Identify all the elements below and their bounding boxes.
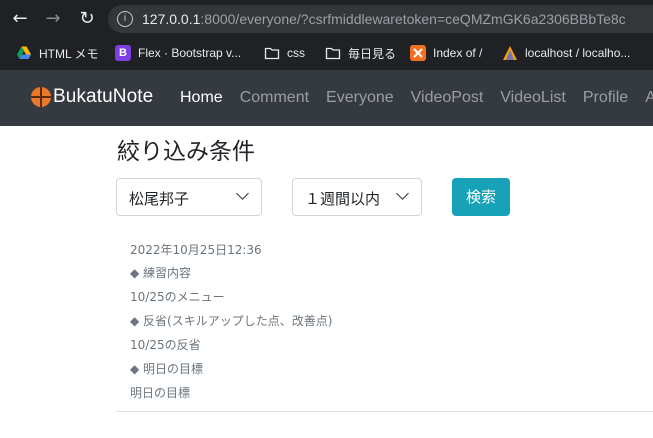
user-select[interactable]: 松尾邦子	[116, 178, 262, 216]
brand-name: BukatuNote	[53, 86, 154, 107]
nav-everyone[interactable]: Everyone	[326, 88, 394, 108]
nav-more[interactable]: A	[645, 88, 653, 108]
search-button[interactable]: 検索	[452, 178, 510, 216]
reflection-body: 10/25の反省	[130, 338, 201, 352]
post-card: 2022年10月25日12:36 ◆ 練習内容 10/25のメニュー ◆ 反省(…	[116, 234, 653, 412]
bookmark-index-of[interactable]: Index of /	[410, 44, 482, 62]
main-content: 絞り込み条件 松尾邦子 １週間以内 検索 2022年10月25日12:36 ◆ …	[0, 126, 653, 438]
bookmark-label: Index of /	[433, 46, 483, 60]
goal-heading: ◆ 明日の目標	[130, 362, 204, 376]
filter-title: 絞り込み条件	[117, 139, 255, 165]
browser-toolbar: ← → ↻ i 127.0.0.1:8000/everyone/?csrfmid…	[0, 0, 653, 38]
browser-chrome: ← → ↻ i 127.0.0.1:8000/everyone/?csrfmid…	[0, 0, 653, 70]
url-path: :8000/everyone/?csrfmiddlewaretoken=ceQM…	[200, 11, 626, 27]
xampp-icon	[410, 45, 426, 61]
forward-arrow-icon[interactable]: →	[42, 8, 64, 30]
nav-profile[interactable]: Profile	[583, 88, 628, 108]
address-bar[interactable]: i 127.0.0.1:8000/everyone/?csrfmiddlewar…	[108, 5, 653, 33]
back-arrow-icon[interactable]: ←	[9, 8, 31, 30]
bookmark-label: Flex · Bootstrap v...	[138, 46, 242, 60]
app-navbar: BukatuNote Home Comment Everyone VideoPo…	[0, 70, 653, 126]
period-select-value: １週間以内	[305, 190, 381, 208]
bookmarks-bar: HTML メモ B Flex · Bootstrap v... css 毎日見る…	[0, 38, 653, 68]
brand-link[interactable]: BukatuNote	[31, 86, 153, 108]
folder-icon	[325, 47, 341, 60]
reflection-heading: ◆ 反省(スキルアップした点、改善点)	[130, 314, 333, 328]
post-timestamp: 2022年10月25日12:36	[130, 243, 262, 257]
nav-videopost[interactable]: VideoPost	[411, 88, 484, 108]
nav-home[interactable]: Home	[180, 88, 223, 108]
nav-videolist[interactable]: VideoList	[500, 88, 566, 108]
reload-icon[interactable]: ↻	[76, 8, 98, 30]
period-select[interactable]: １週間以内	[292, 178, 422, 216]
url-host: 127.0.0.1	[142, 11, 201, 27]
info-icon[interactable]: i	[117, 11, 133, 27]
bookmark-css-folder[interactable]: css	[264, 44, 305, 62]
url-text[interactable]: 127.0.0.1:8000/everyone/?csrfmiddlewaret…	[142, 10, 626, 28]
bookmark-daily-folder[interactable]: 毎日見る	[325, 44, 396, 62]
chevron-down-icon	[236, 187, 249, 200]
bootstrap-icon: B	[115, 45, 131, 61]
phpmyadmin-icon	[503, 46, 517, 60]
practice-heading: ◆ 練習内容	[130, 266, 192, 280]
user-select-value: 松尾邦子	[129, 190, 190, 208]
nav-comment[interactable]: Comment	[240, 88, 309, 108]
chevron-down-icon	[396, 187, 409, 200]
practice-body: 10/25のメニュー	[130, 290, 225, 304]
bookmark-phpmyadmin[interactable]: localhost / localho...	[502, 44, 630, 62]
bookmark-label: css	[287, 46, 305, 60]
goal-body: 明日の目標	[130, 386, 191, 400]
bookmark-bootstrap-flex[interactable]: B Flex · Bootstrap v...	[115, 44, 241, 62]
bookmark-label: 毎日見る	[348, 46, 397, 61]
bookmark-label: HTML メモ	[39, 46, 99, 61]
nav-links: Home Comment Everyone VideoPost VideoLis…	[180, 88, 653, 108]
basketball-icon	[31, 87, 51, 107]
bookmark-html-memo[interactable]: HTML メモ	[16, 44, 99, 62]
bookmark-label: localhost / localho...	[525, 46, 631, 60]
folder-icon	[264, 47, 280, 60]
google-drive-icon	[17, 46, 31, 59]
